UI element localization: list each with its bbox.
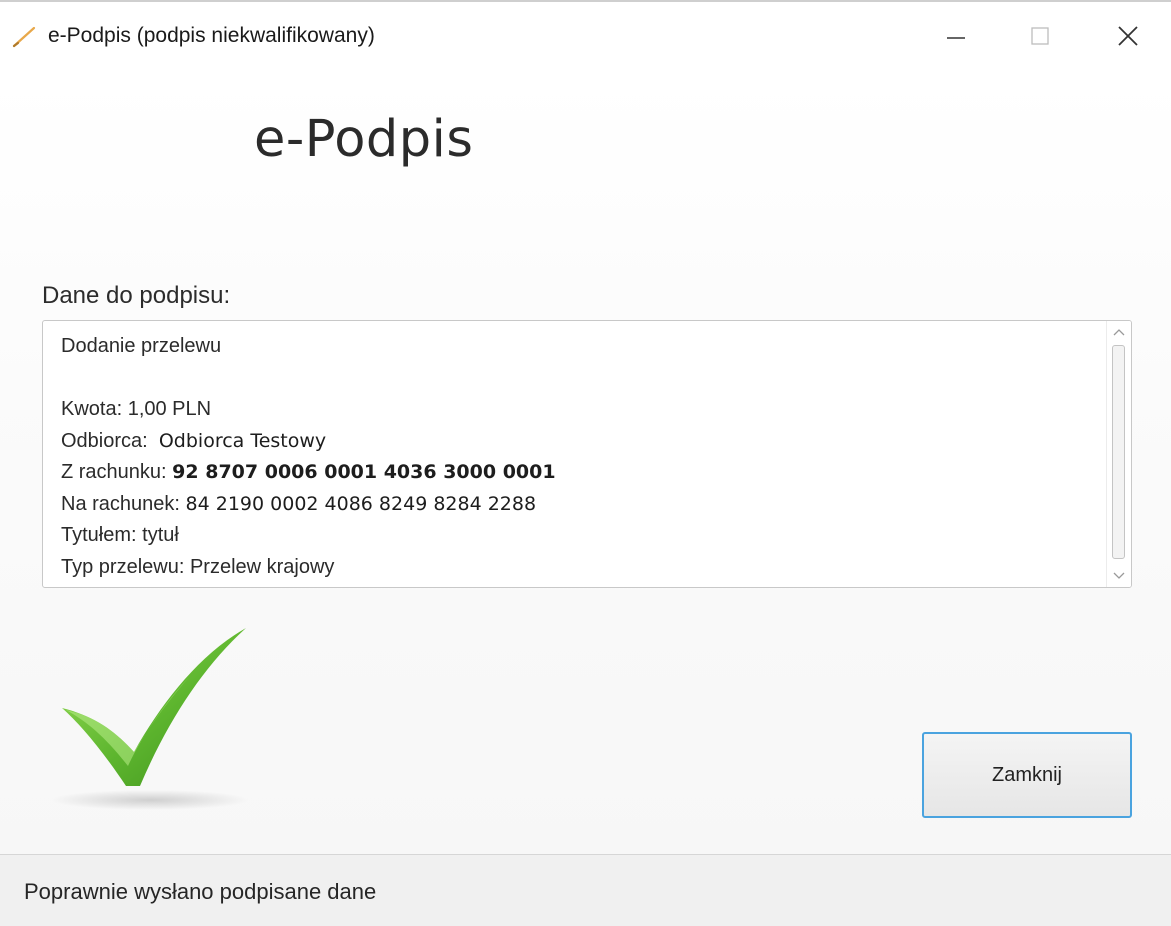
main-content: e-Podpis Dane do podpisu: Dodanie przele… bbox=[0, 74, 1171, 854]
signing-data-lines: Dodanie przelewu Kwota: 1,00 PLN Odbiorc… bbox=[61, 331, 1101, 583]
to-account-value: 84 2190 0002 4086 8249 8284 2288 bbox=[185, 492, 537, 515]
scroll-up-button[interactable] bbox=[1107, 321, 1131, 343]
chevron-down-icon bbox=[1113, 567, 1125, 585]
data-line: Odbiorca: Odbiorca Testowy bbox=[61, 426, 1101, 458]
data-line: Dodanie przelewu bbox=[61, 331, 1101, 363]
data-line-label: Odbiorca: bbox=[61, 429, 148, 452]
data-line-label: Na rachunek: bbox=[61, 492, 180, 515]
data-line-label: Tytułem: tytuł bbox=[61, 524, 179, 546]
close-icon bbox=[1116, 24, 1140, 53]
close-window-button[interactable] bbox=[1096, 8, 1160, 68]
data-line: Na rachunek: 84 2190 0002 4086 8249 8284… bbox=[61, 489, 1101, 521]
checkmark-icon bbox=[40, 624, 260, 814]
data-line-label: Z rachunku: bbox=[61, 461, 167, 483]
signing-data-label: Dane do podpisu: bbox=[42, 282, 231, 309]
data-line-label: Typ przelewu: Przelew krajowy bbox=[61, 555, 335, 578]
scroll-thumb[interactable] bbox=[1112, 345, 1125, 559]
vertical-scrollbar[interactable] bbox=[1106, 321, 1131, 587]
from-account-value: 92 8707 0006 0001 4036 3000 0001 bbox=[172, 461, 556, 483]
signing-data-box[interactable]: Dodanie przelewu Kwota: 1,00 PLN Odbiorc… bbox=[42, 320, 1132, 588]
window-title: e-Podpis (podpis niekwalifikowany) bbox=[48, 24, 375, 47]
data-line bbox=[61, 363, 1101, 395]
data-line-label: Kwota: 1,00 PLN bbox=[61, 398, 212, 420]
data-line: Typ przelewu: Przelew krajowy bbox=[61, 552, 1101, 584]
maximize-icon bbox=[1029, 25, 1051, 52]
recipient-value: Odbiorca Testowy bbox=[158, 429, 327, 452]
minimize-icon bbox=[945, 25, 967, 52]
data-line: Kwota: 1,00 PLN bbox=[61, 394, 1101, 426]
title-bar[interactable]: e-Podpis (podpis niekwalifikowany) bbox=[0, 2, 1171, 74]
minimize-button[interactable] bbox=[924, 8, 988, 68]
pen-icon bbox=[10, 22, 38, 50]
data-line: Tytułem: tytuł bbox=[61, 520, 1101, 552]
maximize-button[interactable] bbox=[1008, 8, 1072, 68]
status-bar: Poprawnie wysłano podpisane dane bbox=[0, 854, 1171, 926]
close-button[interactable]: Zamknij bbox=[922, 732, 1132, 818]
app-title: e-Podpis bbox=[254, 110, 474, 169]
status-text: Poprawnie wysłano podpisane dane bbox=[24, 879, 377, 904]
scroll-down-button[interactable] bbox=[1107, 565, 1131, 587]
epodpis-window: e-Podpis (podpis niekwalifikowany) e-Pod… bbox=[0, 0, 1171, 926]
data-line-label: Dodanie przelewu bbox=[61, 335, 222, 357]
data-line: Z rachunku: 92 8707 0006 0001 4036 3000 … bbox=[61, 457, 1101, 489]
chevron-up-icon bbox=[1113, 323, 1125, 341]
